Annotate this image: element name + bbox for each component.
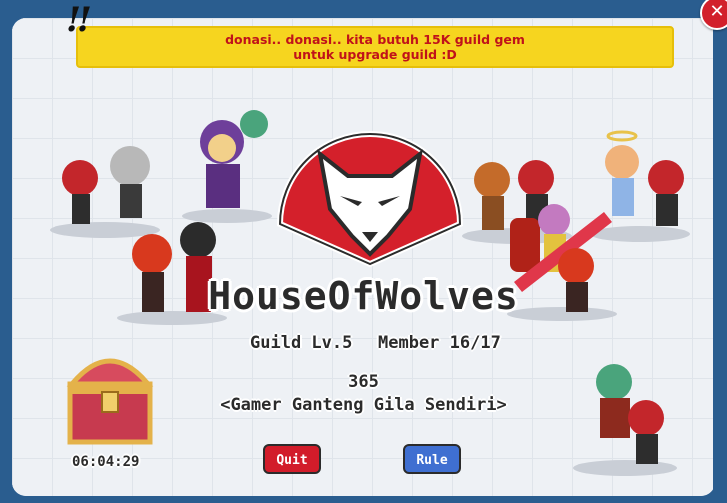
quit-button[interactable]: Quit: [263, 444, 321, 474]
guild-level: Guild Lv.5: [250, 333, 353, 353]
wolf-emblem-icon: [276, 131, 464, 268]
guild-member-count: Member 16/17: [378, 333, 501, 353]
close-x-icon: ✕: [709, 1, 725, 22]
treasure-chest-icon[interactable]: [62, 344, 158, 450]
banner-line-1: donasi.. donasi.. kita butuh 15K guild g…: [225, 32, 525, 47]
exclamation-mark: !!: [66, 0, 92, 40]
rule-button[interactable]: Rule: [403, 444, 461, 474]
chest-timer: 06:04:29: [72, 454, 140, 470]
guild-name: HouseOfWolves: [208, 274, 519, 318]
banner-line-2: untuk upgrade guild :D: [293, 47, 457, 62]
donation-banner: donasi.. donasi.. kita butuh 15K guild g…: [76, 26, 674, 68]
window-edge: [713, 0, 727, 503]
